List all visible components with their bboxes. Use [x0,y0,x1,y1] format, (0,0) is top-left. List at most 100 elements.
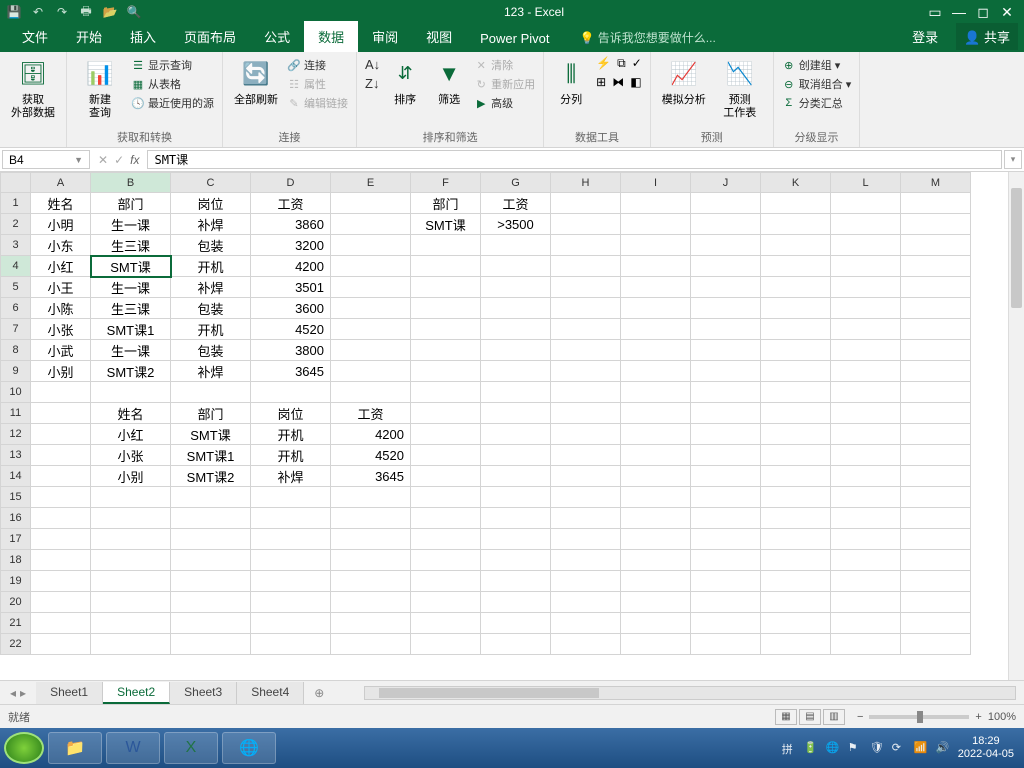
cell[interactable]: SMT课2 [171,466,251,487]
cell[interactable] [331,319,411,340]
maximize-icon[interactable]: ◻ [974,3,992,21]
connections-button[interactable]: 🔗连接 [287,56,348,74]
cell[interactable] [551,256,621,277]
row-header[interactable]: 22 [1,634,31,655]
cell[interactable] [411,403,481,424]
cell[interactable] [691,550,761,571]
cell[interactable]: 小张 [91,445,171,466]
cell[interactable]: 4520 [251,319,331,340]
cell[interactable] [761,319,831,340]
row-header[interactable]: 10 [1,382,31,403]
sheet-nav-first-icon[interactable]: ◂ [10,686,16,700]
cell[interactable] [171,382,251,403]
col-header[interactable]: E [331,173,411,193]
cell[interactable]: 包装 [171,235,251,256]
cell[interactable] [691,340,761,361]
cell[interactable]: 小别 [31,361,91,382]
col-header[interactable]: J [691,173,761,193]
cell[interactable]: 工资 [481,193,551,214]
cell[interactable] [761,256,831,277]
cell[interactable]: 小张 [31,319,91,340]
cell[interactable] [901,214,971,235]
cell[interactable] [411,613,481,634]
taskbar-excel[interactable]: X [164,732,218,764]
cell[interactable] [91,529,171,550]
cell[interactable] [901,403,971,424]
cell[interactable] [411,235,481,256]
row-header[interactable]: 13 [1,445,31,466]
cell[interactable] [901,340,971,361]
cell[interactable]: 包装 [171,298,251,319]
share-button[interactable]: 👤 共享 [956,23,1018,50]
cell[interactable]: 4520 [331,445,411,466]
row-header[interactable]: 14 [1,466,31,487]
cell[interactable]: 工资 [331,403,411,424]
cell[interactable] [761,214,831,235]
new-query-button[interactable]: 📊新建 查询 [75,56,125,120]
cell[interactable] [691,592,761,613]
cell[interactable]: 补焊 [251,466,331,487]
cell[interactable] [481,592,551,613]
cell[interactable] [331,277,411,298]
tray-battery-icon[interactable]: 🔋 [804,741,818,755]
tray-signal-icon[interactable]: 📶 [914,741,928,755]
row-header[interactable]: 17 [1,529,31,550]
cell[interactable] [481,508,551,529]
row-header[interactable]: 9 [1,361,31,382]
remove-dup-icon[interactable]: ⧉ [617,56,626,71]
cell[interactable] [411,277,481,298]
cell[interactable] [691,235,761,256]
cell[interactable] [331,361,411,382]
cell[interactable] [761,634,831,655]
row-header[interactable]: 21 [1,613,31,634]
cell[interactable] [621,445,691,466]
sort-button[interactable]: ⇵排序 [386,56,424,107]
tab-file[interactable]: 文件 [8,21,62,52]
cell[interactable] [411,466,481,487]
cell[interactable] [621,592,691,613]
cell[interactable] [551,403,621,424]
cell[interactable] [411,634,481,655]
sheet-tab[interactable]: Sheet4 [237,682,304,704]
cell[interactable] [91,592,171,613]
cell[interactable] [411,571,481,592]
cell[interactable] [831,487,901,508]
tell-me[interactable]: 💡 告诉我您想要做什么... [580,23,716,52]
chevron-down-icon[interactable]: ▼ [74,155,83,165]
cell[interactable] [481,361,551,382]
cell[interactable]: 开机 [251,445,331,466]
redo-icon[interactable]: ↷ [54,4,70,20]
cell[interactable] [691,277,761,298]
cell[interactable]: >3500 [481,214,551,235]
cell[interactable] [831,634,901,655]
cell[interactable] [91,634,171,655]
cell[interactable]: 部门 [91,193,171,214]
cell[interactable]: 3200 [251,235,331,256]
cell[interactable] [331,613,411,634]
row-header[interactable]: 6 [1,298,31,319]
cell[interactable] [621,382,691,403]
cell[interactable] [691,634,761,655]
col-header[interactable]: D [251,173,331,193]
view-normal-button[interactable]: ▦ [775,709,797,725]
start-button[interactable] [4,732,44,764]
cell[interactable] [551,424,621,445]
recent-sources-button[interactable]: 🕓最近使用的源 [131,94,214,112]
tab-insert[interactable]: 插入 [116,21,170,52]
formula-input[interactable]: SMT课 [147,150,1002,169]
cell[interactable]: 小武 [31,340,91,361]
tab-home[interactable]: 开始 [62,21,116,52]
cell[interactable] [901,634,971,655]
cell[interactable] [481,298,551,319]
cell[interactable]: 4200 [251,256,331,277]
cell[interactable] [831,361,901,382]
view-pagebreak-button[interactable]: ▥ [823,709,845,725]
cell[interactable] [621,277,691,298]
cell[interactable] [901,466,971,487]
cell[interactable]: 3600 [251,298,331,319]
cell[interactable] [901,277,971,298]
cell[interactable]: 开机 [171,256,251,277]
cell[interactable]: 包装 [171,340,251,361]
cell[interactable] [831,571,901,592]
row-header[interactable]: 18 [1,550,31,571]
